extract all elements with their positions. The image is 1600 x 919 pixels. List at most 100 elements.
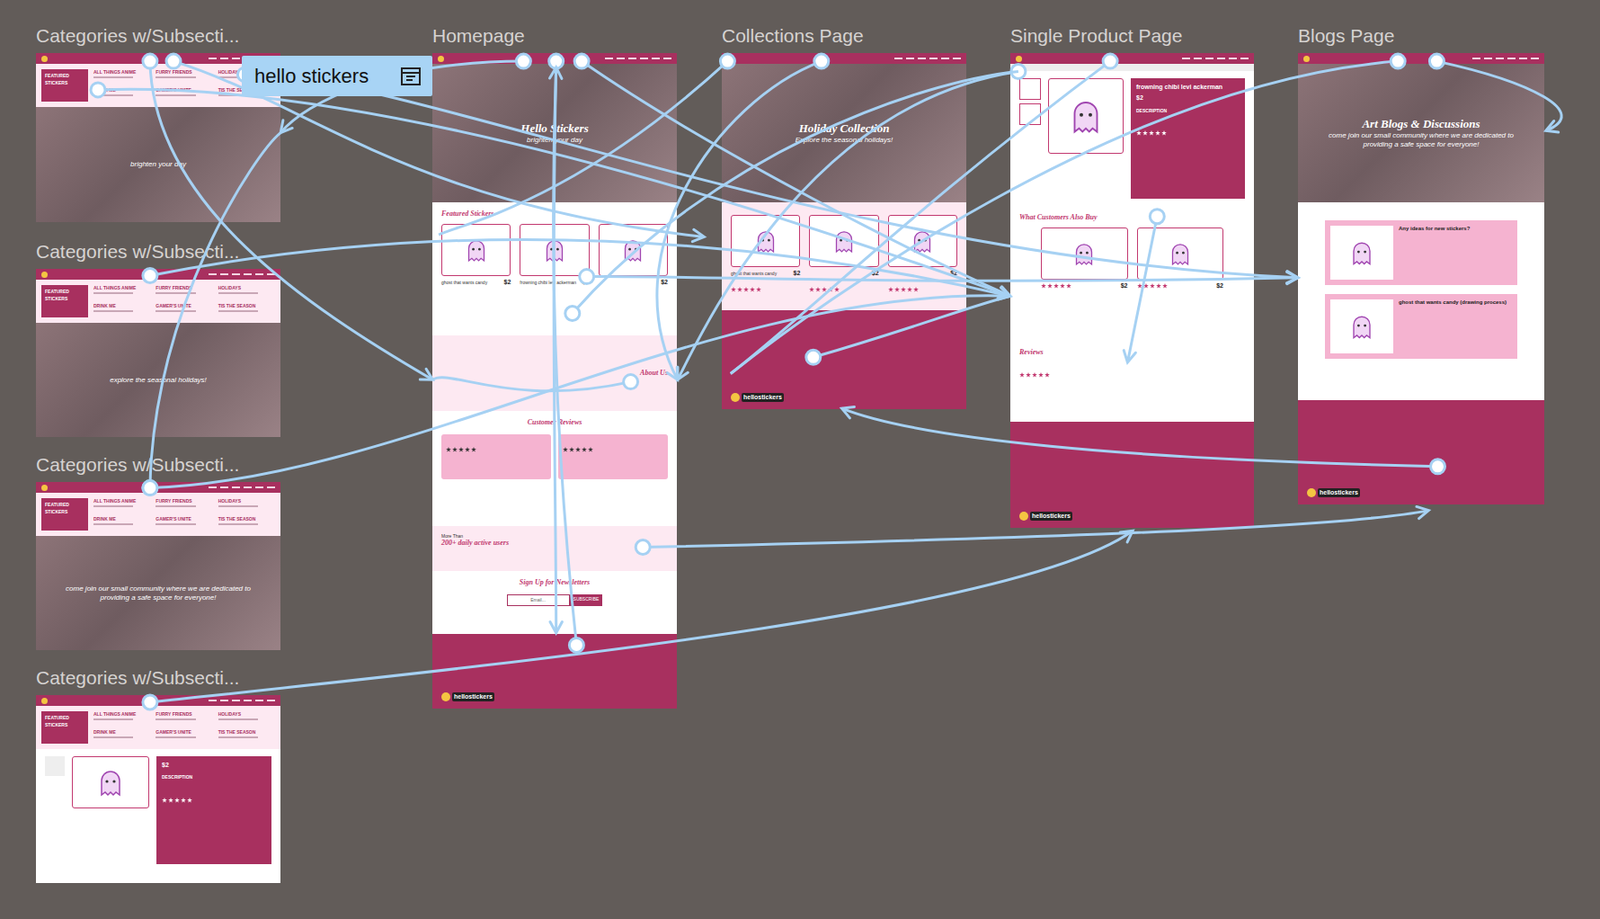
menu-column[interactable]: DRINK ME xyxy=(93,302,151,318)
connection-line[interactable] xyxy=(642,510,1429,548)
nav-link[interactable] xyxy=(651,57,660,60)
nav-link[interactable] xyxy=(255,273,264,276)
menu-column[interactable]: DRINK ME xyxy=(93,515,151,531)
connection-line[interactable] xyxy=(173,61,704,237)
connection-handle[interactable] xyxy=(720,53,735,69)
menu-column[interactable]: GAMER'S UNITE xyxy=(155,87,213,102)
nav-link[interactable] xyxy=(640,57,649,60)
thumbnail[interactable] xyxy=(1019,103,1041,125)
connection-line[interactable] xyxy=(150,133,281,489)
nav-link[interactable] xyxy=(243,273,252,276)
nav-link[interactable] xyxy=(628,57,637,60)
menu-column[interactable]: GAMER'S UNITE xyxy=(155,302,213,318)
nav-link[interactable] xyxy=(1217,57,1226,60)
menu-column[interactable]: ALL THINGS ANIME xyxy=(93,711,151,726)
blog-post[interactable]: Any ideas for new stickers? xyxy=(1324,220,1518,285)
nav-link[interactable] xyxy=(663,57,672,60)
connection-line[interactable] xyxy=(150,530,1133,703)
connection-line[interactable] xyxy=(150,239,1011,296)
page-frame[interactable]: FEATURED STICKERSALL THINGS ANIMEFURRY F… xyxy=(35,481,281,650)
connection-handle[interactable] xyxy=(565,306,580,321)
connection-handle[interactable] xyxy=(1431,459,1446,474)
menu-column[interactable]: FURRY FRIENDS xyxy=(155,69,213,84)
product-card[interactable]: $2 xyxy=(888,214,958,301)
menu-column[interactable]: TIS THE SEASON xyxy=(218,515,276,531)
product-card[interactable]: $2 xyxy=(598,223,668,288)
connection-handle[interactable] xyxy=(1102,53,1118,69)
page-frame[interactable]: FEATURED STICKERSALL THINGS ANIMEFURRY F… xyxy=(35,694,281,883)
subscribe-button[interactable]: SUBSCRIBE xyxy=(569,594,604,607)
connection-handle[interactable] xyxy=(806,349,821,365)
nav-link[interactable] xyxy=(220,57,229,60)
nav-link[interactable] xyxy=(255,486,264,489)
page-frame[interactable]: Art Blogs & Discussionscome join our sma… xyxy=(1297,53,1545,505)
nav-link[interactable] xyxy=(220,486,229,489)
nav-link[interactable] xyxy=(952,57,961,60)
connection-handle[interactable] xyxy=(515,53,531,69)
menu-column[interactable]: DRINK ME xyxy=(93,728,151,744)
nav-link[interactable] xyxy=(1484,57,1493,60)
connection-line[interactable] xyxy=(730,61,1111,374)
menu-column[interactable]: HOLIDAYS xyxy=(218,711,276,726)
connection-handle[interactable] xyxy=(1390,53,1405,69)
connection-handle[interactable] xyxy=(579,269,595,285)
product-card[interactable]: ghost that wants candy$2 xyxy=(730,214,800,301)
nav-link[interactable] xyxy=(266,699,276,702)
nav-link[interactable] xyxy=(929,57,938,60)
nav-link[interactable] xyxy=(231,57,240,60)
nav-link[interactable] xyxy=(208,699,217,702)
nav-link[interactable] xyxy=(208,57,217,60)
thumbnail[interactable] xyxy=(1019,78,1041,100)
menu-column[interactable]: FURRY FRIENDS xyxy=(155,711,213,726)
nav-link[interactable] xyxy=(255,699,264,702)
connection-line[interactable] xyxy=(553,67,578,646)
nav-link[interactable] xyxy=(1228,57,1237,60)
menu-column[interactable]: GAMER'S UNITE xyxy=(155,728,213,744)
connection-line[interactable] xyxy=(657,61,822,380)
nav-link[interactable] xyxy=(1530,57,1539,60)
nav-link[interactable] xyxy=(1495,57,1504,60)
nav-link[interactable] xyxy=(208,486,217,489)
nav-link[interactable] xyxy=(231,699,240,702)
nav-link[interactable] xyxy=(243,486,252,489)
connection-handle[interactable] xyxy=(142,53,158,69)
nav-link[interactable] xyxy=(243,699,252,702)
connection-line[interactable] xyxy=(280,61,524,134)
connection-handle[interactable] xyxy=(574,53,589,69)
connection-handle[interactable] xyxy=(623,374,639,390)
frame-icon[interactable] xyxy=(400,65,422,88)
connection-handle[interactable] xyxy=(166,53,181,69)
nav-link[interactable] xyxy=(906,57,915,60)
connection-line[interactable] xyxy=(553,61,557,633)
product-card[interactable]: $2 xyxy=(1040,227,1129,292)
nav-link[interactable] xyxy=(616,57,625,60)
nav-link[interactable] xyxy=(604,57,614,60)
menu-column[interactable]: ALL THINGS ANIME xyxy=(93,69,151,84)
nav-link[interactable] xyxy=(941,57,950,60)
menu-column[interactable]: TIS THE SEASON xyxy=(218,728,276,744)
connection-line[interactable] xyxy=(813,295,1011,357)
menu-column[interactable]: FURRY FRIENDS xyxy=(155,497,213,513)
page-frame[interactable]: Hello Stickersbrighten your dayFeatured … xyxy=(432,53,677,709)
nav-link[interactable] xyxy=(1205,57,1214,60)
menu-column[interactable]: DRINK ME xyxy=(93,87,151,102)
connection-handle[interactable] xyxy=(1429,53,1444,69)
connection-line[interactable] xyxy=(581,61,1011,296)
connection-line[interactable] xyxy=(244,74,1298,278)
connection-handle[interactable] xyxy=(1011,64,1026,80)
menu-column[interactable]: HOLIDAYS xyxy=(218,284,276,300)
page-frame[interactable]: frowning chibi levi ackerman$2DESCRIPTIO… xyxy=(1010,53,1254,528)
product-card[interactable]: $2 xyxy=(808,214,879,301)
menu-column[interactable]: FURRY FRIENDS xyxy=(155,284,213,300)
page-frame[interactable]: Holiday CollectionExplore the seasonal h… xyxy=(721,53,967,409)
connection-handle[interactable] xyxy=(1149,209,1165,224)
nav-link[interactable] xyxy=(220,273,229,276)
connection-line[interactable] xyxy=(97,88,1011,296)
blog-post[interactable]: ghost that wants candy (drawing process) xyxy=(1324,293,1518,359)
connection-handle[interactable] xyxy=(814,53,829,69)
product-card[interactable]: ghost that wants candy$2 xyxy=(441,223,511,288)
nav-link[interactable] xyxy=(1519,57,1528,60)
menu-column[interactable]: TIS THE SEASON xyxy=(218,302,276,318)
nav-link[interactable] xyxy=(894,57,903,60)
connection-line[interactable] xyxy=(1436,61,1562,131)
